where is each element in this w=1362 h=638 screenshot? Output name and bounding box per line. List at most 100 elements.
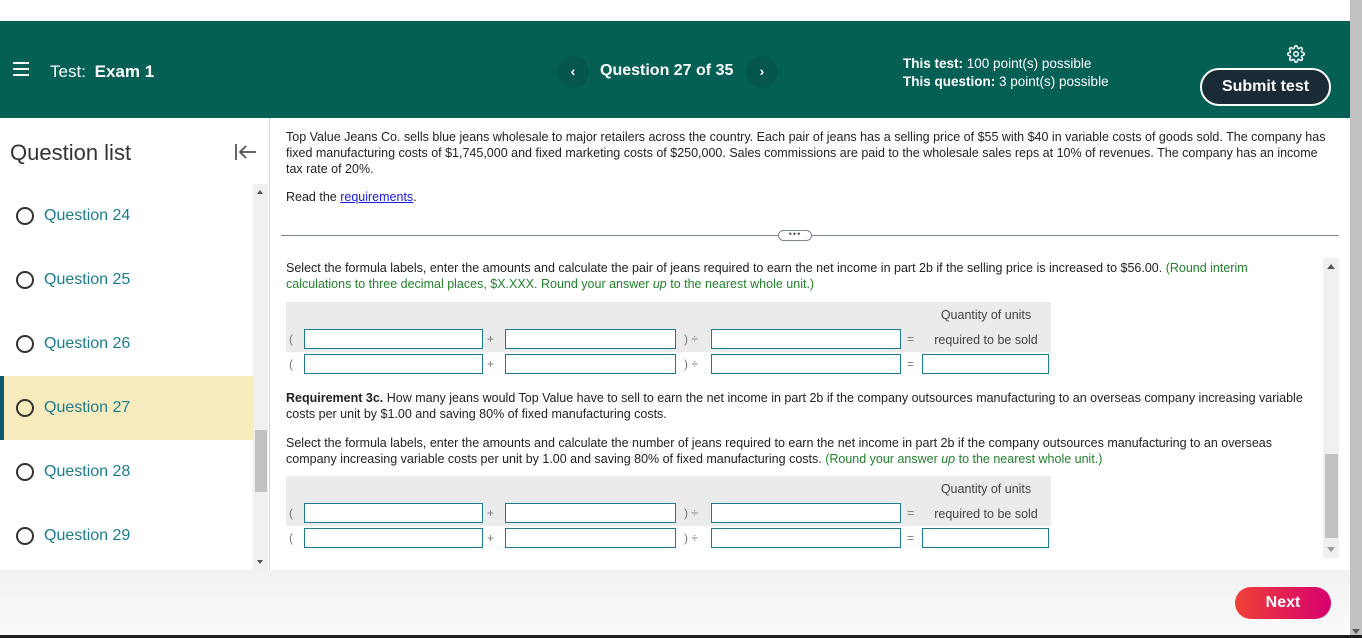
open-paren: (	[289, 357, 293, 371]
plus-sign: +	[487, 506, 495, 520]
question-list-item[interactable]: Question 26	[0, 312, 253, 376]
formula-label-row: ( + ) ÷ =	[286, 329, 1051, 351]
next-question-button[interactable]: ›	[746, 56, 778, 88]
amount-input-c[interactable]	[711, 354, 901, 374]
divider-drag-handle[interactable]: •••	[778, 230, 812, 241]
hint-text: to the nearest whole unit.)	[666, 277, 815, 291]
read-prefix: Read the	[286, 190, 341, 204]
question-list-item[interactable]: Question 25	[0, 248, 253, 312]
requirement-3c: Requirement 3c. How many jeans would Top…	[286, 390, 1316, 422]
label-input-a[interactable]	[304, 503, 483, 523]
test-name: Exam 1	[94, 62, 155, 81]
plus-sign: +	[487, 357, 495, 371]
question-list: Question 24 Question 25 Question 26 Ques…	[0, 184, 253, 570]
formula-table-2: Quantity of units required to be sold ( …	[286, 476, 1051, 558]
previous-question-button[interactable]: ‹	[557, 56, 589, 88]
next-button[interactable]: Next	[1235, 587, 1331, 619]
open-paren: (	[289, 332, 293, 346]
question-panel: Top Value Jeans Co. sells blue jeans who…	[271, 118, 1350, 570]
formula-amount-row: ( + ) ÷ =	[286, 354, 1051, 376]
equals-sign: =	[907, 506, 915, 520]
test-header: Test: Exam 1 ‹ Question 27 of 35 › This …	[0, 21, 1350, 118]
close-paren-divide: ) ÷	[684, 332, 698, 346]
menu-icon[interactable]	[13, 62, 29, 76]
result-label-line1: Quantity of units	[940, 482, 1032, 496]
chevron-right-icon: ›	[759, 63, 765, 79]
question-label: Question 28	[44, 463, 131, 480]
amount-input-b[interactable]	[505, 528, 676, 548]
scroll-down-arrow-icon[interactable]	[1327, 547, 1335, 552]
status-circle-icon	[16, 463, 34, 481]
open-paren: (	[289, 506, 293, 520]
question-label: Question 25	[44, 271, 131, 288]
result-input[interactable]	[922, 528, 1049, 548]
result-input[interactable]	[922, 354, 1049, 374]
part1-instruction-text: Select the formula labels, enter the amo…	[286, 261, 1166, 275]
top-strip	[0, 0, 1350, 21]
equals-sign: =	[907, 357, 915, 371]
question-intro: Top Value Jeans Co. sells blue jeans who…	[286, 130, 1326, 176]
label-input-b[interactable]	[505, 329, 676, 349]
equals-sign: =	[907, 332, 915, 346]
scroll-up-arrow-icon[interactable]	[1327, 264, 1335, 269]
hint-emphasis: up	[941, 452, 956, 466]
question-list-item[interactable]: Question 24	[0, 184, 253, 248]
amount-input-b[interactable]	[505, 354, 676, 374]
read-requirements: Read the requirements.	[286, 190, 417, 204]
close-paren-divide: ) ÷	[684, 357, 698, 371]
collapse-sidebar-icon[interactable]	[234, 142, 258, 162]
question-list-sidebar: Question list Question 24 Question 25 Qu…	[0, 118, 270, 570]
this-question-value: 3 point(s) possible	[999, 74, 1109, 89]
question-list-item[interactable]: Question 28	[0, 440, 253, 504]
status-circle-icon	[16, 527, 34, 545]
read-suffix: .	[413, 190, 417, 204]
label-input-a[interactable]	[304, 329, 483, 349]
test-label: Test:	[50, 62, 86, 81]
hint-text: (Round your answer	[825, 452, 942, 466]
part1-instruction: Select the formula labels, enter the amo…	[286, 260, 1316, 292]
question-label: Question 24	[44, 207, 131, 224]
close-paren-divide: ) ÷	[684, 506, 698, 520]
page-scrollbar[interactable]	[1350, 0, 1362, 638]
scroll-up-arrow-icon[interactable]	[257, 190, 263, 194]
question-counter: Question 27 of 35	[600, 62, 734, 79]
requirements-link[interactable]: requirements	[340, 190, 413, 204]
question-label: Question 26	[44, 335, 131, 352]
formula-table-1: Quantity of units required to be sold ( …	[286, 302, 1051, 384]
formula-amount-row: ( + ) ÷ =	[286, 528, 1051, 550]
this-test-value: 100 point(s) possible	[966, 56, 1092, 71]
scroll-down-arrow-icon[interactable]	[1352, 629, 1360, 634]
question-list-item[interactable]: Question 29	[0, 504, 253, 568]
answer-scrollbar[interactable]	[1323, 258, 1339, 558]
amount-input-a[interactable]	[304, 354, 483, 374]
scrollbar-thumb[interactable]	[1325, 454, 1338, 538]
amount-input-c[interactable]	[711, 528, 901, 548]
formula-label-row: ( + ) ÷ =	[286, 503, 1051, 525]
requirement-3c-label: Requirement 3c.	[286, 391, 384, 405]
part2-instruction-text: Select the formula labels, enter the amo…	[286, 436, 1272, 466]
amount-input-a[interactable]	[304, 528, 483, 548]
part2-instruction: Select the formula labels, enter the amo…	[286, 435, 1316, 467]
answer-area: Select the formula labels, enter the amo…	[271, 252, 1341, 570]
close-paren-divide: ) ÷	[684, 531, 698, 545]
this-question-label: This question:	[903, 74, 996, 89]
scrollbar-thumb[interactable]	[255, 430, 267, 492]
gear-icon[interactable]	[1287, 45, 1305, 63]
requirement-3c-text: How many jeans would Top Value have to s…	[286, 391, 1303, 421]
sidebar-scrollbar[interactable]	[253, 184, 268, 570]
label-input-c[interactable]	[711, 329, 901, 349]
equals-sign: =	[907, 531, 915, 545]
status-circle-icon	[16, 271, 34, 289]
submit-test-button[interactable]: Submit test	[1200, 68, 1331, 106]
label-input-c[interactable]	[711, 503, 901, 523]
question-list-title: Question list	[10, 140, 132, 165]
hint-text: to the nearest whole unit.)	[955, 452, 1103, 466]
this-test-label: This test:	[903, 56, 964, 71]
hint-emphasis: up	[652, 277, 667, 291]
scroll-down-arrow-icon[interactable]	[257, 560, 263, 564]
test-title: Test: Exam 1	[50, 62, 154, 82]
question-list-item-active[interactable]: Question 27	[0, 376, 253, 440]
result-label-line1: Quantity of units	[940, 308, 1032, 322]
label-input-b[interactable]	[505, 503, 676, 523]
plus-sign: +	[487, 332, 495, 346]
